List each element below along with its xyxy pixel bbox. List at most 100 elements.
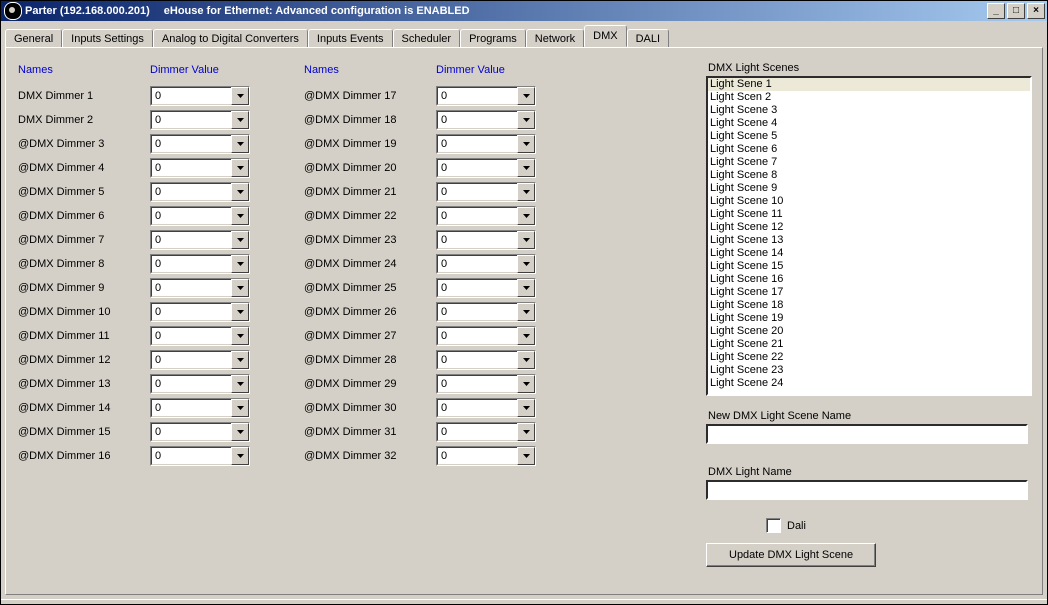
dimmer-value-cell: 0 xyxy=(150,444,262,468)
tab-programs[interactable]: Programs xyxy=(460,29,526,48)
dimmer-value-select-a-10[interactable]: 0 xyxy=(150,302,250,322)
tab-inputs-settings[interactable]: Inputs Settings xyxy=(62,29,153,48)
dimmer-value-cell: 0 xyxy=(150,372,262,396)
new-scene-name-input[interactable] xyxy=(706,424,1028,444)
dimmer-value-select-b-12[interactable]: 0 xyxy=(436,350,536,370)
chevron-down-icon xyxy=(517,135,535,153)
dimmer-value-select-a-15[interactable]: 0 xyxy=(150,422,250,442)
dimmer-value-select-b-13[interactable]: 0 xyxy=(436,374,536,394)
dimmer-value-text: 0 xyxy=(437,255,517,273)
scene-list-item[interactable]: Light Scene 7 xyxy=(708,156,1030,169)
scenes-listbox[interactable]: Light Sene 1Light Scen 2Light Scene 3Lig… xyxy=(706,76,1032,396)
scene-list-item[interactable]: Light Scene 18 xyxy=(708,299,1030,312)
dimmer-value-cell: 0 xyxy=(436,348,548,372)
scene-list-item[interactable]: Light Scene 6 xyxy=(708,143,1030,156)
update-scene-button[interactable]: Update DMX Light Scene xyxy=(706,543,876,567)
dimmer-value-select-a-1[interactable]: 0 xyxy=(150,86,250,106)
dimmer-value-select-a-14[interactable]: 0 xyxy=(150,398,250,418)
minimize-button[interactable]: _ xyxy=(987,3,1005,19)
dimmer-value-select-b-2[interactable]: 0 xyxy=(436,110,536,130)
scene-list-item[interactable]: Light Scene 8 xyxy=(708,169,1030,182)
dimmer-value-text: 0 xyxy=(151,327,231,345)
dimmer-value-cell: 0 xyxy=(150,84,262,108)
scene-list-item[interactable]: Light Scene 20 xyxy=(708,325,1030,338)
dimmer-value-select-a-6[interactable]: 0 xyxy=(150,206,250,226)
dimmer-value-text: 0 xyxy=(151,255,231,273)
dimmer-value-select-b-7[interactable]: 0 xyxy=(436,230,536,250)
scene-list-item[interactable]: Light Scene 23 xyxy=(708,364,1030,377)
tab-network[interactable]: Network xyxy=(526,29,584,48)
tab-general[interactable]: General xyxy=(5,29,62,48)
dimmer-value-select-b-4[interactable]: 0 xyxy=(436,158,536,178)
scene-list-item[interactable]: Light Scene 11 xyxy=(708,208,1030,221)
scene-list-item[interactable]: Light Scene 10 xyxy=(708,195,1030,208)
chevron-down-icon xyxy=(231,135,249,153)
dimmer-value-select-a-13[interactable]: 0 xyxy=(150,374,250,394)
dimmer-name: @DMX Dimmer 4 xyxy=(18,156,150,180)
scene-list-item[interactable]: Light Scene 15 xyxy=(708,260,1030,273)
scene-list-item[interactable]: Light Scene 24 xyxy=(708,377,1030,390)
chevron-down-icon xyxy=(517,303,535,321)
names-header-1: Names xyxy=(18,64,150,78)
scene-list-item[interactable]: Light Scene 17 xyxy=(708,286,1030,299)
dimmer-value-select-a-3[interactable]: 0 xyxy=(150,134,250,154)
dimmer-value-select-b-3[interactable]: 0 xyxy=(436,134,536,154)
dimmer-value-cell: 0 xyxy=(150,108,262,132)
dimmer-value-select-a-5[interactable]: 0 xyxy=(150,182,250,202)
dimmer-value-cell: 0 xyxy=(436,396,548,420)
dimmer-value-select-b-8[interactable]: 0 xyxy=(436,254,536,274)
dimmer-name: @DMX Dimmer 26 xyxy=(304,300,436,324)
dimmer-value-select-b-9[interactable]: 0 xyxy=(436,278,536,298)
dimmer-value-text: 0 xyxy=(151,375,231,393)
dimmer-value-text: 0 xyxy=(151,399,231,417)
scene-list-item[interactable]: Light Scene 16 xyxy=(708,273,1030,286)
scene-list-item[interactable]: Light Scen 2 xyxy=(708,91,1030,104)
dimmer-value-select-a-9[interactable]: 0 xyxy=(150,278,250,298)
scene-list-item[interactable]: Light Scene 9 xyxy=(708,182,1030,195)
dimmer-value-select-a-12[interactable]: 0 xyxy=(150,350,250,370)
scene-list-item[interactable]: Light Scene 14 xyxy=(708,247,1030,260)
dali-checkbox[interactable] xyxy=(766,518,781,533)
dmx-light-name-input[interactable] xyxy=(706,480,1028,500)
scene-list-item[interactable]: Light Scene 5 xyxy=(708,130,1030,143)
dimmer-value-select-a-4[interactable]: 0 xyxy=(150,158,250,178)
dimmer-value-select-a-16[interactable]: 0 xyxy=(150,446,250,466)
tab-dmx[interactable]: DMX xyxy=(584,25,626,47)
scene-list-item[interactable]: Light Scene 12 xyxy=(708,221,1030,234)
dimmer-value-select-a-2[interactable]: 0 xyxy=(150,110,250,130)
dimmer-value-select-b-14[interactable]: 0 xyxy=(436,398,536,418)
dimmer-value-select-b-10[interactable]: 0 xyxy=(436,302,536,322)
dimmer-value-select-b-11[interactable]: 0 xyxy=(436,326,536,346)
tab-analog-to-digital-converters[interactable]: Analog to Digital Converters xyxy=(153,29,308,48)
dimmer-name: @DMX Dimmer 12 xyxy=(18,348,150,372)
dimmer-value-select-b-5[interactable]: 0 xyxy=(436,182,536,202)
dimmer-value-select-a-7[interactable]: 0 xyxy=(150,230,250,250)
chevron-down-icon xyxy=(231,87,249,105)
dimmer-value-select-a-8[interactable]: 0 xyxy=(150,254,250,274)
dimmer-name: @DMX Dimmer 31 xyxy=(304,420,436,444)
dimmer-name: @DMX Dimmer 19 xyxy=(304,132,436,156)
dimmer-value-select-b-16[interactable]: 0 xyxy=(436,446,536,466)
tab-dali[interactable]: DALI xyxy=(627,29,669,48)
dimmer-value-text: 0 xyxy=(437,207,517,225)
chevron-down-icon xyxy=(517,159,535,177)
scene-list-item[interactable]: Light Scene 3 xyxy=(708,104,1030,117)
tab-scheduler[interactable]: Scheduler xyxy=(393,29,461,48)
dimmer-value-select-b-6[interactable]: 0 xyxy=(436,206,536,226)
dimmer-name: @DMX Dimmer 15 xyxy=(18,420,150,444)
scene-list-item[interactable]: Light Scene 19 xyxy=(708,312,1030,325)
scene-list-item[interactable]: Light Scene 22 xyxy=(708,351,1030,364)
dimmer-value-select-a-11[interactable]: 0 xyxy=(150,326,250,346)
scene-list-item[interactable]: Light Scene 21 xyxy=(708,338,1030,351)
dimmer-value-cell: 0 xyxy=(150,276,262,300)
chevron-down-icon xyxy=(517,231,535,249)
scene-list-item[interactable]: Light Scene 4 xyxy=(708,117,1030,130)
tab-inputs-events[interactable]: Inputs Events xyxy=(308,29,393,48)
close-button[interactable]: × xyxy=(1027,3,1045,19)
maximize-button[interactable]: □ xyxy=(1007,3,1025,19)
scene-list-item[interactable]: Light Scene 13 xyxy=(708,234,1030,247)
dimmer-value-select-b-15[interactable]: 0 xyxy=(436,422,536,442)
scene-list-item[interactable]: Light Sene 1 xyxy=(708,78,1030,91)
dimmer-name: @DMX Dimmer 14 xyxy=(18,396,150,420)
dimmer-value-select-b-1[interactable]: 0 xyxy=(436,86,536,106)
